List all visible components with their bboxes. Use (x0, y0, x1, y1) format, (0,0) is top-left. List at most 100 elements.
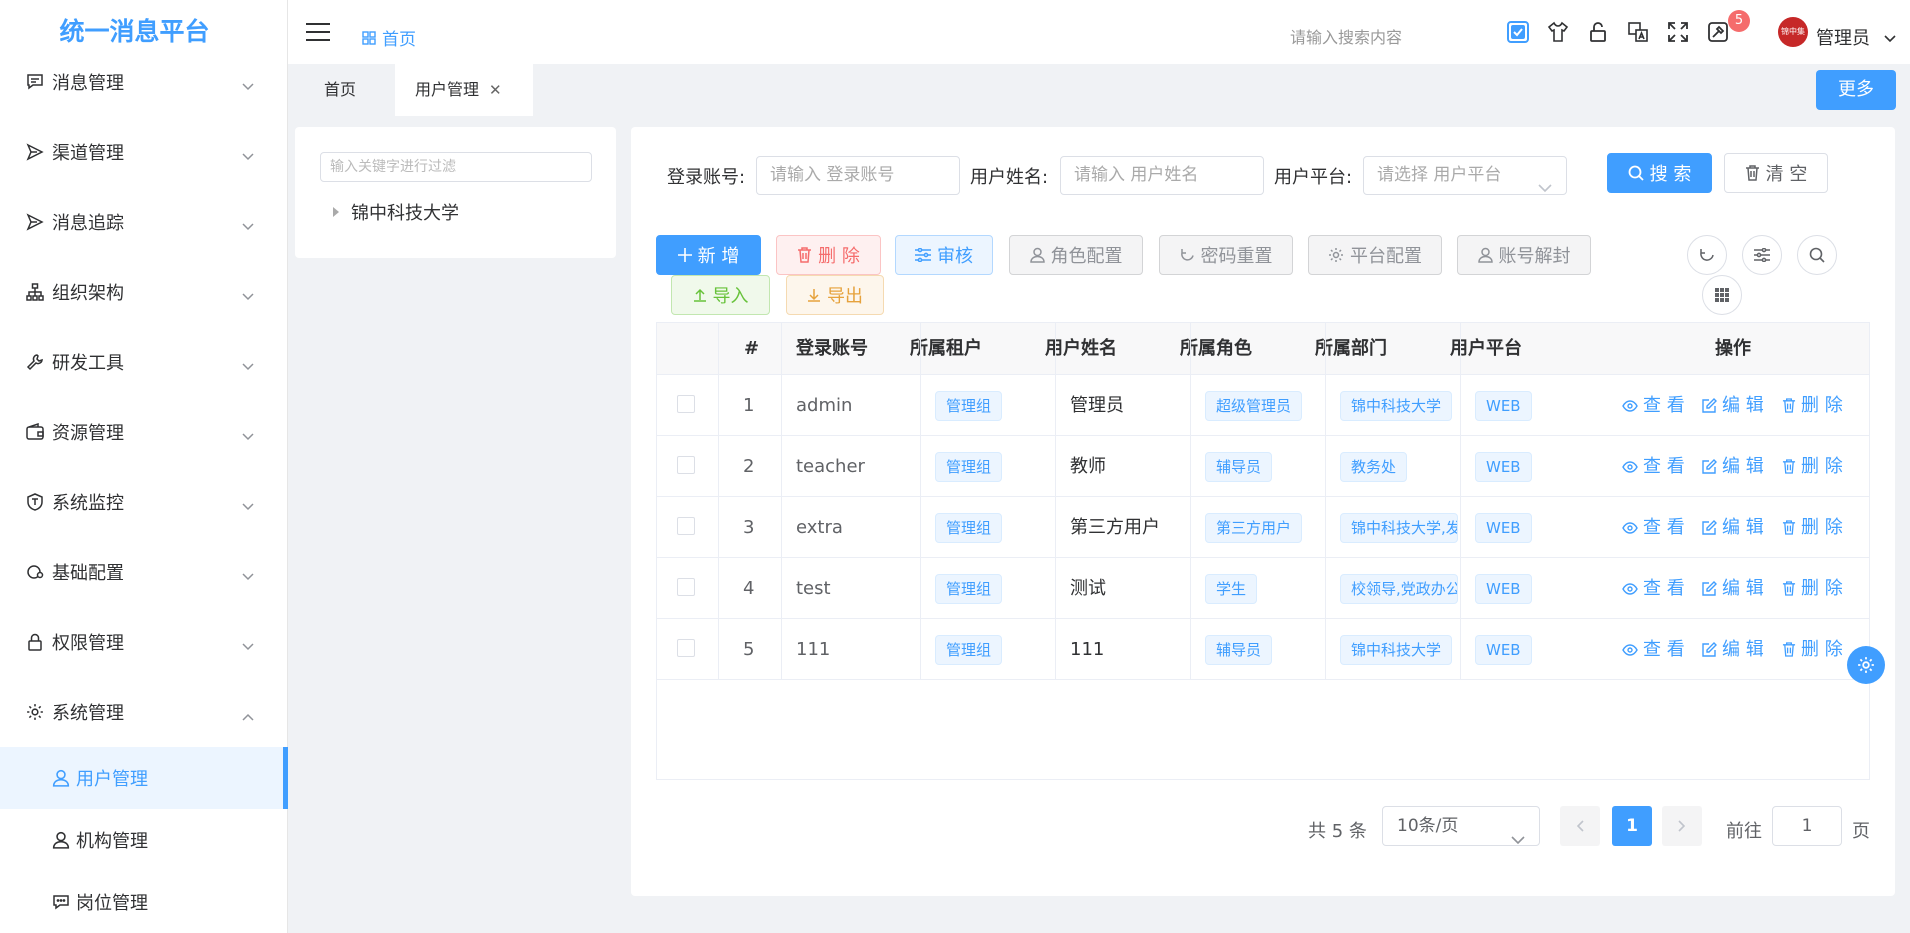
delete-button[interactable]: 删 除 (776, 235, 881, 275)
tab-user-management[interactable]: 用户管理 ✕ (395, 64, 533, 116)
prev-page-button[interactable] (1560, 806, 1600, 846)
page-button-1[interactable]: 1 (1612, 806, 1652, 846)
tenant-tag: 管理组 (935, 635, 1003, 665)
column-settings-button[interactable] (1742, 235, 1782, 275)
tree-node-root[interactable]: 锦中科技大学 (333, 199, 459, 225)
password-reset-button[interactable]: 密码重置 (1159, 235, 1293, 275)
export-button[interactable]: 导出 (786, 275, 884, 315)
import-button[interactable]: 导入 (671, 275, 770, 315)
role-config-button[interactable]: 角色配置 (1009, 235, 1143, 275)
sidebar-menu-item[interactable]: 渠道管理 (0, 117, 288, 187)
eye-icon (1622, 582, 1638, 595)
platform-config-button[interactable]: 平台配置 (1308, 235, 1442, 275)
edit-button[interactable]: 编 辑 (1702, 375, 1764, 436)
goto-page-input[interactable]: 1 (1772, 806, 1842, 846)
search-button[interactable]: 搜 索 (1607, 153, 1712, 193)
dept-tag: 锦中科技大学 (1340, 391, 1453, 421)
next-page-button[interactable] (1662, 806, 1702, 846)
caret-right-icon[interactable] (333, 207, 339, 217)
topbar: 首页 请输入搜索内容 5 锦中集团 管理员 (288, 0, 1910, 66)
lock-icon[interactable] (1586, 20, 1610, 44)
checkbox-icon[interactable] (1506, 20, 1530, 44)
sidebar-menu-label: 渠道管理 (52, 143, 124, 164)
sidebar-menu-item[interactable]: 系统监控 (0, 467, 288, 537)
lock-icon (24, 631, 46, 653)
clear-button[interactable]: 清 空 (1724, 153, 1828, 193)
shirt-icon[interactable] (1546, 20, 1570, 44)
platform-select[interactable]: 请选择 用户平台 (1363, 156, 1567, 195)
grid-view-button[interactable] (1702, 275, 1742, 315)
sidebar-menu-item[interactable]: 消息追踪 (0, 187, 288, 257)
edit-button[interactable]: 编 辑 (1702, 558, 1764, 619)
user-name[interactable]: 管理员 (1816, 24, 1870, 50)
chevron-down-icon (242, 635, 254, 656)
user-table: # 登录账号 所属租户 用户姓名 所属角色 所属部门 用户平台 操作 1 admi… (656, 322, 1870, 780)
breadcrumb[interactable]: 首页 (362, 25, 416, 50)
edit-button[interactable]: 编 辑 (1702, 619, 1764, 680)
sidebar-menu-item[interactable]: 基础配置 (0, 537, 288, 607)
settings-float-button[interactable] (1847, 646, 1885, 684)
row-checkbox[interactable] (677, 395, 695, 413)
view-button[interactable]: 查 看 (1622, 619, 1685, 680)
plus-icon (677, 248, 692, 262)
tabs-bar: 首页 用户管理 ✕ 更多 (288, 64, 1910, 116)
tenant-tag: 管理组 (935, 574, 1003, 604)
tree-filter-input[interactable]: 输入关键字进行过滤 (320, 152, 592, 182)
hamburger-icon[interactable] (306, 22, 330, 46)
row-delete-button[interactable]: 删 除 (1782, 436, 1843, 497)
chevron-down-icon[interactable] (1884, 28, 1896, 47)
upload-icon (693, 288, 706, 302)
goto-label: 前往 (1726, 821, 1762, 842)
tab-home[interactable]: 首页 (304, 64, 376, 116)
sidebar-menu-item[interactable]: 权限管理 (0, 607, 288, 677)
user-icon (50, 829, 72, 851)
row-delete-button[interactable]: 删 除 (1782, 558, 1843, 619)
sidebar-menu-item[interactable]: 组织架构 (0, 257, 288, 327)
sidebar-menu-item[interactable]: 资源管理 (0, 397, 288, 467)
refresh-icon (1180, 248, 1194, 261)
edit-button[interactable]: 编 辑 (1702, 436, 1764, 497)
platform-label: 用户平台: (1274, 167, 1353, 188)
sidebar-menu-item[interactable]: 消息管理 (0, 47, 288, 117)
name-input[interactable]: 请输入 用户姓名 (1060, 156, 1264, 195)
avatar[interactable]: 锦中集团 (1778, 17, 1808, 66)
role-config-label: 角色配置 (1050, 246, 1123, 267)
tools-icon[interactable] (1706, 20, 1730, 44)
pagination-total: 共 5 条 (1308, 821, 1367, 842)
account-input[interactable]: 请输入 登录账号 (756, 156, 960, 195)
view-label: 查 看 (1643, 517, 1685, 538)
sidebar-menu-item[interactable]: 研发工具 (0, 327, 288, 397)
audit-button[interactable]: 审核 (895, 235, 993, 275)
global-search-input[interactable]: 请输入搜索内容 (1290, 24, 1402, 48)
more-button[interactable]: 更多 (1816, 70, 1896, 110)
row-checkbox[interactable] (677, 517, 695, 535)
row-delete-button[interactable]: 删 除 (1782, 497, 1843, 558)
chevron-down-icon (242, 285, 254, 306)
view-button[interactable]: 查 看 (1622, 497, 1685, 558)
translate-icon[interactable] (1626, 20, 1650, 44)
close-icon[interactable]: ✕ (489, 81, 502, 99)
view-button[interactable]: 查 看 (1622, 558, 1685, 619)
sidebar-submenu-item[interactable]: 机构管理 (0, 809, 288, 871)
row-checkbox[interactable] (677, 456, 695, 474)
page-size-select[interactable]: 10条/页 (1382, 806, 1540, 846)
row-checkbox[interactable] (677, 639, 695, 657)
row-checkbox[interactable] (677, 578, 695, 596)
refresh-button[interactable] (1687, 235, 1727, 275)
toggle-search-button[interactable] (1797, 235, 1837, 275)
sidebar-submenu-item[interactable]: 用户管理 (0, 747, 288, 809)
sidebar-menu-item[interactable]: 系统管理 (0, 677, 288, 747)
account-unlock-button[interactable]: 账号解封 (1457, 235, 1591, 275)
row-delete-button[interactable]: 删 除 (1782, 619, 1843, 680)
row-delete-button[interactable]: 删 除 (1782, 375, 1843, 436)
add-button[interactable]: 新 增 (656, 235, 761, 275)
fullscreen-icon[interactable] (1666, 20, 1690, 44)
edit-button[interactable]: 编 辑 (1702, 497, 1764, 558)
breadcrumb-home[interactable]: 首页 (382, 25, 416, 50)
sidebar-submenu-item[interactable]: 岗位管理 (0, 871, 288, 933)
eye-icon (1622, 460, 1638, 473)
platform-tag: WEB (1475, 635, 1532, 665)
grid-icon (362, 30, 376, 45)
view-button[interactable]: 查 看 (1622, 436, 1685, 497)
view-button[interactable]: 查 看 (1622, 375, 1685, 436)
